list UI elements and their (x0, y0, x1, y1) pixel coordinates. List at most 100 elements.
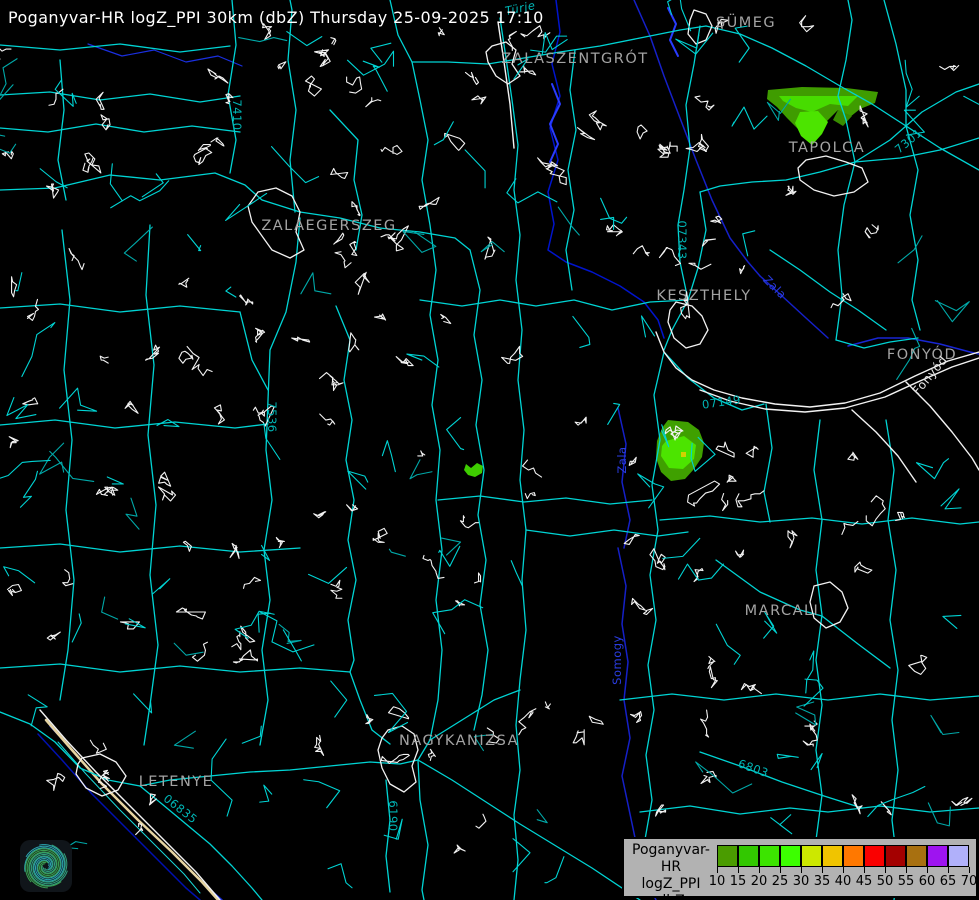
legend-color-cell-20-25 (759, 845, 780, 867)
minor-road-line (904, 59, 920, 108)
legend-tick (822, 867, 823, 873)
legend-color-cell-65-70 (948, 845, 969, 867)
road-line (619, 693, 979, 701)
road-label-7410: 7410 (230, 99, 244, 130)
legend-tick (780, 867, 781, 873)
legend-color-cell-40-45 (843, 845, 864, 867)
road-label-07343: 07343 (675, 220, 689, 259)
village-outline (157, 486, 177, 502)
minor-road-line (715, 623, 741, 665)
village-outline (951, 796, 973, 806)
road-label-7536: 7536 (265, 401, 279, 432)
legend-color-cell-15-20 (738, 845, 759, 867)
minor-road-line (742, 230, 756, 257)
village-outline (544, 701, 551, 710)
water-labels: Zala Zala Somogy (610, 273, 789, 685)
road-line (469, 249, 489, 731)
minor-road-line (940, 488, 962, 510)
minor-road-line (409, 459, 433, 480)
village-outline (427, 748, 436, 761)
village-outline (346, 504, 359, 512)
minor-road-line (3, 566, 36, 584)
village-outline (8, 436, 19, 449)
water-label-somogy: Somogy (610, 635, 624, 685)
minor-road-line (867, 785, 926, 818)
legend-color-cell-35-40 (822, 845, 843, 867)
city-label-zalaszentgr-t: ZALASZENTGRÓT (501, 49, 648, 67)
city-label-tapolca: TAPOLCA (788, 140, 865, 156)
village-outline (213, 404, 225, 425)
legend-tick (843, 867, 844, 873)
village-outline (348, 332, 360, 353)
minor-road-line (238, 36, 288, 43)
village-outline (851, 794, 863, 815)
road-line (437, 495, 653, 505)
legend-tick (717, 867, 718, 873)
minor-road-line (0, 459, 51, 479)
met-service-spiral-logo (20, 840, 72, 892)
village-outline (655, 804, 667, 817)
village-outline (334, 251, 352, 269)
minor-road-line (930, 714, 960, 736)
road-line (763, 403, 773, 523)
village-outline (365, 714, 374, 725)
road-line (0, 91, 241, 103)
legend-color-cell-30-35 (801, 845, 822, 867)
road-label-06835: 06835 (161, 791, 200, 826)
village-outline (687, 480, 721, 507)
radar-map-view: SÜMEG ZALASZENTGRÓT TAPOLCA ZALAEGERSZEG KES… (0, 0, 979, 900)
road-line (419, 299, 689, 311)
village-outline (239, 294, 254, 306)
minor-road-line (464, 149, 486, 189)
village-outline (178, 350, 194, 364)
road-line (259, 217, 301, 746)
village-outline (440, 313, 452, 325)
minor-road-line (173, 730, 196, 749)
minor-road-line (141, 173, 164, 198)
minor-road-line (101, 596, 119, 620)
village-outline (207, 68, 229, 84)
village-outline (318, 371, 339, 392)
road-line (143, 224, 159, 746)
minor-road-line (109, 163, 123, 202)
village-outline (630, 710, 643, 723)
road-line (139, 785, 263, 900)
village-outline (524, 492, 536, 500)
legend-tick (801, 867, 802, 873)
city-label-zalaegerszeg: ZALAEGERSZEG (261, 218, 396, 234)
minor-road-line (259, 784, 273, 803)
minor-road-line (0, 134, 17, 154)
legend-color-cell-60-65 (927, 845, 948, 867)
village-outline (545, 165, 567, 186)
village-outline (908, 654, 928, 675)
minor-road-line (125, 497, 140, 530)
village-outline (700, 709, 710, 738)
minor-road-line (512, 838, 531, 873)
village-outline (380, 232, 396, 242)
village-outline (291, 336, 311, 343)
village-outline (785, 185, 797, 196)
road-line (0, 43, 231, 53)
village-outline (148, 793, 157, 806)
water-label-zala: Zala (615, 446, 629, 473)
village-outline (374, 313, 387, 321)
river-line (549, 83, 561, 163)
road-line (699, 751, 863, 809)
minor-road-line (734, 25, 750, 63)
minor-road-line (446, 417, 465, 451)
minor-road-line (152, 578, 171, 595)
rivers-and-borders (37, 0, 979, 900)
village-outline (232, 649, 258, 664)
road-line (335, 305, 357, 673)
legend-tick (969, 867, 970, 873)
city-label-letenye: LETENYE (139, 774, 214, 790)
minor-road-line (187, 234, 202, 252)
village-outline (739, 265, 746, 275)
minor-road-line (544, 856, 565, 884)
minor-road-line (59, 387, 98, 412)
minor-road-line (510, 560, 523, 587)
village-outline (735, 490, 765, 508)
village-outline (628, 456, 637, 466)
village-outline (193, 147, 213, 166)
road-line (417, 759, 641, 900)
